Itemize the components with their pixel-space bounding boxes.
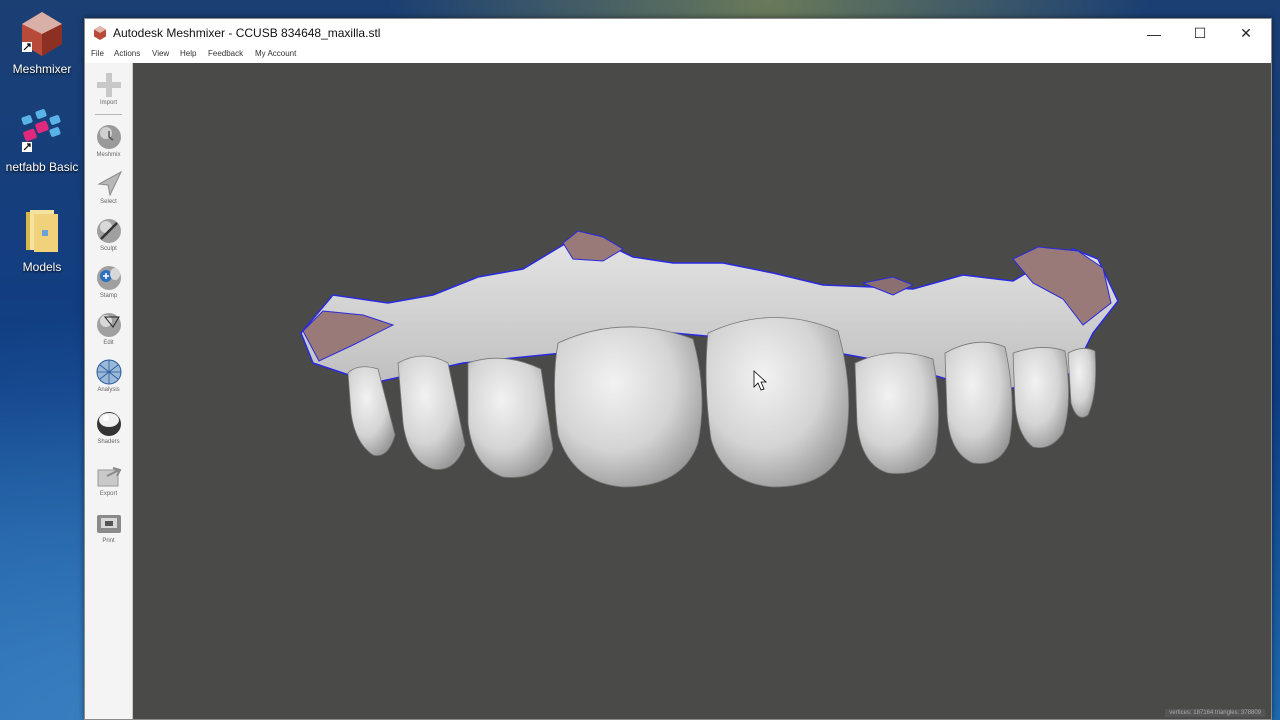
desktop-icon-label: Models xyxy=(22,260,62,274)
plus-icon xyxy=(95,71,123,99)
tool-sculpt[interactable]: Sculpt xyxy=(85,213,132,261)
stamp-icon xyxy=(95,264,123,292)
edit-sphere-icon xyxy=(95,311,123,339)
tool-label: Import xyxy=(99,100,117,106)
window-title: Autodesk Meshmixer - CCUSB 834648_maxill… xyxy=(113,26,381,40)
tool-meshmix[interactable]: Meshmix xyxy=(85,119,132,167)
tool-label: Analysis xyxy=(97,387,120,393)
folder-icon xyxy=(18,208,66,256)
dental-model-render[interactable] xyxy=(133,63,1271,719)
maximize-icon: ☐ xyxy=(1193,25,1207,41)
3d-viewport[interactable]: vertices: 187164 triangles: 378809 xyxy=(133,63,1271,719)
desktop-icon-models[interactable]: Models xyxy=(0,208,84,274)
tool-print[interactable]: Print xyxy=(85,505,132,553)
menu-file[interactable]: File xyxy=(91,49,104,58)
tool-label: Shaders xyxy=(97,439,120,445)
close-icon: ✕ xyxy=(1240,25,1252,41)
desktop-icon-netfabb[interactable]: netfabb Basic xyxy=(0,108,84,174)
meshmix-sphere-icon xyxy=(95,123,123,151)
maximize-button[interactable]: ☐ xyxy=(1177,19,1223,48)
print-icon xyxy=(95,509,123,537)
select-arrow-icon xyxy=(95,170,123,198)
tool-import[interactable]: Import xyxy=(85,67,132,115)
analysis-globe-icon xyxy=(95,358,123,386)
tool-label: Meshmix xyxy=(96,152,121,158)
mesh-stats: vertices: 187164 triangles: 378809 xyxy=(1165,709,1265,717)
tool-stamp[interactable]: Stamp xyxy=(85,260,132,308)
menu-feedback[interactable]: Feedback xyxy=(208,49,243,58)
menu-help[interactable]: Help xyxy=(180,49,196,58)
tool-label: Sculpt xyxy=(100,246,117,252)
tool-label: Stamp xyxy=(99,293,118,299)
netfabb-app-icon xyxy=(18,108,66,156)
meshmixer-logo-icon xyxy=(93,26,107,40)
left-toolbar: Import Meshmix Select Sculpt Stamp Edit … xyxy=(85,63,133,719)
tool-label: Edit xyxy=(103,340,114,346)
minimize-icon: — xyxy=(1147,25,1161,42)
shader-sphere-icon xyxy=(95,410,123,438)
desktop-icon-label: Meshmixer xyxy=(12,62,72,76)
tool-export[interactable]: Export xyxy=(85,458,132,506)
title-bar[interactable]: Autodesk Meshmixer - CCUSB 834648_maxill… xyxy=(85,19,1271,48)
toolbar-divider xyxy=(95,114,122,115)
meshmixer-window: Autodesk Meshmixer - CCUSB 834648_maxill… xyxy=(84,18,1272,720)
close-button[interactable]: ✕ xyxy=(1223,19,1269,48)
tool-shaders[interactable]: Shaders xyxy=(85,406,132,454)
tool-analysis[interactable]: Analysis xyxy=(85,354,132,402)
sculpt-brush-icon xyxy=(95,217,123,245)
tool-select[interactable]: Select xyxy=(85,166,132,214)
minimize-button[interactable]: — xyxy=(1131,19,1177,48)
export-icon xyxy=(95,462,123,490)
tool-label: Select xyxy=(100,199,117,205)
menu-bar: File Actions View Help Feedback My Accou… xyxy=(85,48,1271,63)
tool-label: Export xyxy=(99,491,118,497)
menu-my-account[interactable]: My Account xyxy=(255,49,296,58)
menu-view[interactable]: View xyxy=(152,49,169,58)
desktop-icon-label: netfabb Basic xyxy=(5,160,79,174)
tool-label: Print xyxy=(102,538,115,544)
menu-actions[interactable]: Actions xyxy=(114,49,140,58)
tool-edit[interactable]: Edit xyxy=(85,307,132,355)
desktop-icon-meshmixer[interactable]: Meshmixer xyxy=(0,10,84,76)
meshmixer-app-icon xyxy=(18,10,66,58)
